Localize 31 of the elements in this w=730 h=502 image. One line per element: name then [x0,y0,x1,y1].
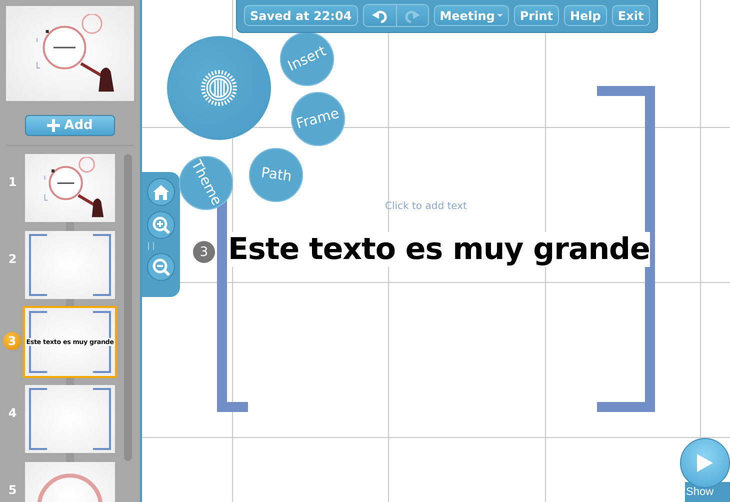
home-button[interactable] [147,178,175,206]
path-step-badge: 3 [193,241,215,263]
slide-number: 3 [3,332,21,350]
menu-bubble[interactable]: Frame [291,92,345,146]
home-icon [152,184,170,200]
add-text-placeholder[interactable]: Click to add text [385,201,467,212]
zoom-out-button[interactable] [147,253,175,281]
overview-thumbnail[interactable] [6,6,134,101]
toolbar-button[interactable]: Help [564,5,607,26]
plus-icon [47,119,60,132]
undo-button[interactable] [364,5,396,26]
caret-icon [496,14,503,18]
meeting-dropdown[interactable]: Meeting [434,5,509,26]
slide-number: 1 [7,175,18,189]
redo-icon [404,8,420,22]
menu-bubble[interactable]: Path [249,148,303,202]
add-button[interactable]: Add [25,115,115,136]
logo-icon [199,68,239,108]
toolbar-button[interactable]: Exit [612,5,650,26]
slide-number: 4 [7,406,18,420]
scrollbar[interactable] [124,154,132,461]
canvas-text[interactable]: Este texto es muy grande [228,232,650,267]
saved-status-button[interactable]: Saved at 22:04 [244,5,358,26]
zoom-out-icon [152,258,170,276]
toolbar-button[interactable]: Print [514,5,559,26]
zoom-in-icon [152,216,170,234]
zoom-in-button[interactable] [147,211,175,239]
slide-number: 5 [7,483,18,497]
play-icon [697,454,713,472]
undo-icon [372,8,388,22]
slide-number: 2 [7,252,18,266]
